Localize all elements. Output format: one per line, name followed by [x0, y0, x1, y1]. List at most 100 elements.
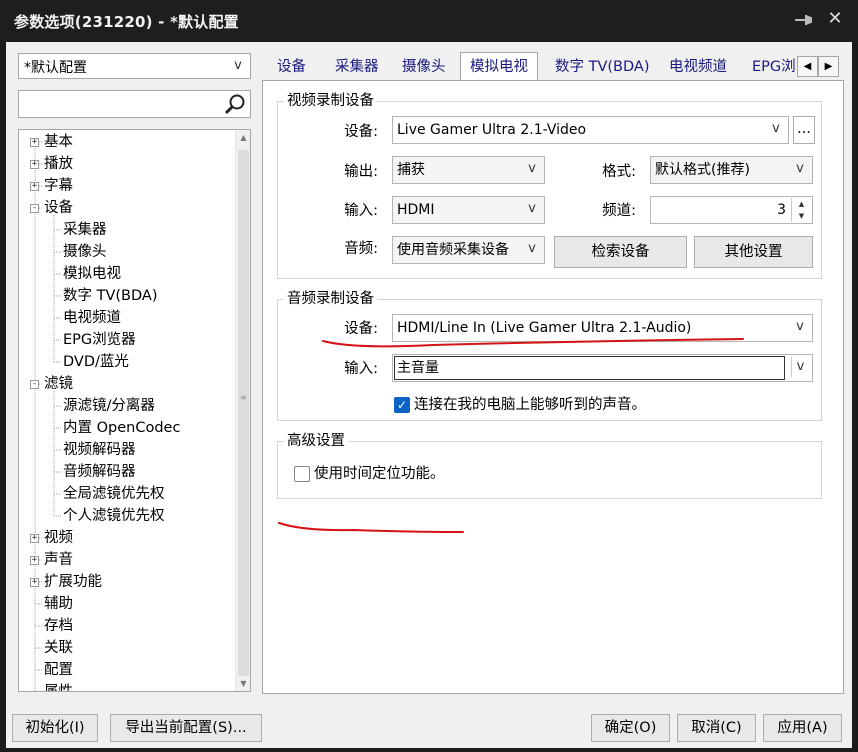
tab-analog-tv[interactable]: 模拟电视: [460, 52, 538, 82]
tree-item[interactable]: 辅助: [44, 593, 73, 615]
expand-icon[interactable]: +: [30, 556, 39, 565]
output-select[interactable]: 捕获 v: [392, 156, 545, 184]
tree-item[interactable]: 滤镜 -: [30, 373, 73, 395]
search-input[interactable]: [21, 93, 216, 115]
video-device-more-button[interactable]: ...: [793, 116, 815, 144]
tab-scroll-right-icon[interactable]: ▶: [818, 56, 839, 77]
tree-item[interactable]: DVD/蓝光: [63, 351, 129, 373]
audio-source-select[interactable]: 使用音频采集设备 v: [392, 236, 545, 264]
pin-icon[interactable]: [794, 10, 814, 30]
collapse-icon[interactable]: -: [30, 204, 39, 213]
tree-item[interactable]: 个人滤镜优先权: [63, 505, 165, 527]
tree-item[interactable]: 全局滤镜优先权: [63, 483, 165, 505]
tree-item[interactable]: 播放 +: [30, 153, 73, 175]
tree-item-label: 扩展功能: [44, 574, 102, 590]
search-icon[interactable]: [223, 93, 247, 117]
tree-item-label: 内置 OpenCodec: [63, 420, 181, 436]
timeshift-checkbox[interactable]: [294, 466, 310, 482]
tab-camera[interactable]: 摄像头: [393, 54, 455, 80]
tab-device[interactable]: 设备: [268, 54, 315, 80]
tree-item[interactable]: 内置 OpenCodec: [63, 417, 180, 439]
format-select[interactable]: 默认格式(推荐) v: [650, 156, 813, 184]
tree-item[interactable]: 视频 +: [30, 527, 73, 549]
audio-input-value: 主音量: [397, 360, 439, 376]
tree-item-label: 基本: [44, 134, 73, 150]
expand-icon[interactable]: +: [30, 138, 39, 147]
title-bar: 参数选项(231220) - *默认配置 ✕: [0, 0, 858, 42]
chevron-down-icon: v: [234, 58, 242, 73]
tree-item[interactable]: 属性: [44, 681, 73, 691]
tab-epg[interactable]: EPG浏: [743, 54, 805, 80]
tree-item[interactable]: 电视频道: [63, 307, 121, 329]
init-button[interactable]: 初始化(I): [12, 714, 98, 742]
tree-item[interactable]: 扩展功能 +: [30, 571, 102, 593]
listen-checkbox[interactable]: ✓: [394, 397, 410, 413]
tree-item[interactable]: 声音 +: [30, 549, 73, 571]
chevron-down-icon: v: [796, 319, 804, 334]
tree-item[interactable]: 数字 TV(BDA): [63, 285, 157, 307]
audio-source-label: 音频:: [344, 241, 378, 257]
scroll-thumb[interactable]: [238, 150, 249, 676]
expand-icon[interactable]: +: [30, 534, 39, 543]
tree-item[interactable]: 模拟电视: [63, 263, 121, 285]
profile-select[interactable]: *默认配置 v: [18, 53, 251, 79]
output-value: 捕获: [397, 162, 425, 178]
tree-item[interactable]: 视频解码器: [63, 439, 136, 461]
settings-search[interactable]: [18, 90, 251, 118]
expand-icon[interactable]: +: [30, 160, 39, 169]
tree-item[interactable]: 关联: [44, 637, 73, 659]
tree-item[interactable]: 设备 -: [30, 197, 73, 219]
tree-item-label: 摄像头: [63, 244, 107, 260]
timeshift-label: 使用时间定位功能。: [314, 466, 445, 482]
apply-button[interactable]: 应用(A): [763, 714, 842, 742]
channel-label: 频道:: [602, 203, 636, 219]
spin-down-icon[interactable]: ▼: [792, 210, 811, 222]
tree-item[interactable]: 源滤镜/分离器: [63, 395, 155, 417]
spin-up-icon[interactable]: ▲: [792, 198, 811, 210]
other-settings-button[interactable]: 其他设置: [694, 236, 813, 268]
tab-capture[interactable]: 采集器: [326, 54, 388, 80]
tree-scrollbar[interactable]: ▲ ≡ ▼: [235, 130, 250, 691]
chevron-down-icon: v: [796, 161, 804, 176]
tab-tv-channels[interactable]: 电视频道: [660, 54, 736, 80]
dialog-body: *默认配置 v 基本 + 播放 + 字幕 + 设备 - 采集器 摄像头 模拟电视 数字 TV(BDA)…: [6, 42, 852, 748]
tree-item-label: 字幕: [44, 178, 73, 194]
scroll-up-icon[interactable]: ▲: [236, 130, 250, 145]
audio-input-select[interactable]: 主音量 v: [392, 354, 813, 382]
tree-item[interactable]: 摄像头: [63, 241, 107, 263]
tree-item[interactable]: 基本 +: [30, 131, 73, 153]
export-config-button[interactable]: 导出当前配置(S)...: [110, 714, 262, 742]
collapse-icon[interactable]: -: [30, 380, 39, 389]
tree-item[interactable]: EPG浏览器: [63, 329, 136, 351]
video-device-select[interactable]: Live Gamer Ultra 2.1-Video v: [392, 116, 789, 144]
tree-item[interactable]: 存档: [44, 615, 73, 637]
audio-device-select[interactable]: HDMI/Line In (Live Gamer Ultra 2.1-Audio…: [392, 314, 813, 342]
spinner-arrows[interactable]: ▲ ▼: [791, 198, 811, 222]
profile-value: *默认配置: [24, 60, 87, 76]
chevron-down-icon: v: [528, 161, 536, 176]
cancel-button[interactable]: 取消(C): [677, 714, 756, 742]
audio-input-label: 输入:: [344, 361, 378, 377]
scroll-down-icon[interactable]: ▼: [236, 676, 250, 691]
chevron-down-icon: v: [791, 357, 809, 377]
tree-item[interactable]: 采集器: [63, 219, 107, 241]
settings-tree[interactable]: 基本 + 播放 + 字幕 + 设备 - 采集器 摄像头 模拟电视 数字 TV(BDA) 电视频道 EPG浏…: [18, 129, 251, 692]
tree-item[interactable]: 配置: [44, 659, 73, 681]
tree-item[interactable]: 音频解码器: [63, 461, 136, 483]
close-icon[interactable]: ✕: [824, 8, 846, 30]
tree-item-label: 声音: [44, 552, 73, 568]
video-group-title: 视频录制设备: [284, 92, 377, 110]
tab-scroll-left-icon[interactable]: ◀: [797, 56, 818, 77]
tree-item-label: 采集器: [63, 222, 107, 238]
channel-spinner[interactable]: 3 ▲ ▼: [650, 196, 813, 224]
tree-item-label: 视频: [44, 530, 73, 546]
input-select[interactable]: HDMI v: [392, 196, 545, 224]
search-devices-button[interactable]: 检索设备: [554, 236, 687, 268]
tree-item[interactable]: 字幕 +: [30, 175, 73, 197]
expand-icon[interactable]: +: [30, 182, 39, 191]
ok-button[interactable]: 确定(O): [591, 714, 670, 742]
tab-digital-tv[interactable]: 数字 TV(BDA): [546, 54, 658, 80]
expand-icon[interactable]: +: [30, 578, 39, 587]
input-label: 输入:: [344, 203, 378, 219]
tree-item-label: 视频解码器: [63, 442, 136, 458]
